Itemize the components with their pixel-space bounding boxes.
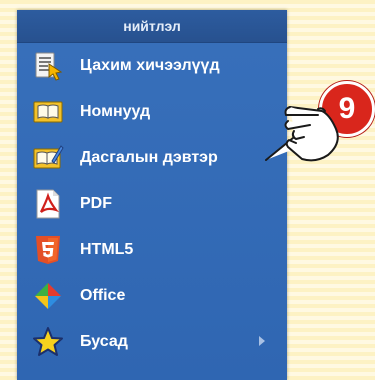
- pdf-icon: [31, 187, 65, 221]
- menu-item-label: PDF: [80, 195, 112, 212]
- menu-item-other[interactable]: Бусад: [17, 319, 287, 365]
- menu-item-label: Номнууд: [80, 103, 151, 120]
- menu-item-pdf[interactable]: PDF: [17, 181, 287, 227]
- office-icon: [31, 279, 65, 313]
- html5-icon: [31, 233, 65, 267]
- menu-item-office[interactable]: Office: [17, 273, 287, 319]
- submenu-arrow-icon: [259, 336, 265, 346]
- book-icon: [31, 95, 65, 129]
- menu-item-label: HTML5: [80, 241, 134, 258]
- workbook-icon: [31, 141, 65, 175]
- menu-item-books[interactable]: Номнууд: [17, 89, 287, 135]
- menu-item-label: Цахим хичээлүүд: [80, 57, 220, 74]
- star-icon: [31, 325, 65, 359]
- menu-item-html5[interactable]: HTML5: [17, 227, 287, 273]
- menu-item-e-lessons[interactable]: Цахим хичээлүүд: [17, 43, 287, 89]
- menu-item-label: Дасгалын дэвтэр: [80, 149, 218, 166]
- menu-header: нийтлэл: [17, 10, 287, 43]
- menu-item-label: Бусад: [80, 333, 128, 350]
- pointing-hand-icon: [258, 95, 348, 175]
- menu-item-workbook[interactable]: Дасгалын дэвтэр: [17, 135, 287, 181]
- document-cursor-icon: [31, 49, 65, 83]
- menu-item-label: Office: [80, 287, 126, 304]
- dropdown-menu: нийтлэл Цахим хичээлүүд Номнууд Дасгалын…: [17, 10, 287, 380]
